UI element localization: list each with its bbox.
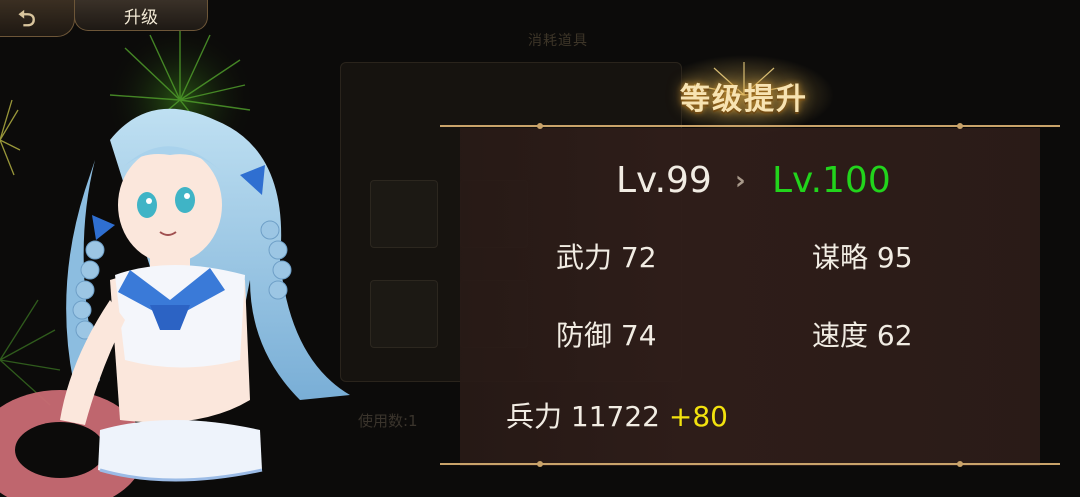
page-title-tab: 升级 [74, 0, 208, 31]
stat-label: 速度 [812, 319, 869, 352]
item-slot [370, 180, 438, 248]
item-section-title: 消耗道具 [528, 33, 588, 49]
stat-value: 72 [620, 241, 657, 274]
back-arrow-icon: ⮌ [18, 7, 36, 32]
level-arrow-icon: › [735, 166, 746, 196]
stat-label: 兵力 [506, 400, 563, 433]
stat-label: 谋略 [812, 241, 869, 274]
page-title: 升级 [124, 8, 158, 28]
stat-value: 11722 [570, 400, 660, 433]
panel-border-bottom [440, 461, 1060, 467]
stat-value: 74 [620, 319, 657, 352]
firework-yellow [0, 99, 21, 176]
stat-defense: 防御 74 [556, 314, 657, 354]
level-to: Lv.100 [772, 160, 891, 201]
use-count-label: 使用数:1 [358, 412, 418, 430]
level-from: Lv.99 [616, 160, 712, 201]
character-portrait [0, 108, 350, 497]
stat-bonus: +80 [668, 400, 728, 433]
stat-troops: 兵力 11722 +80 [506, 395, 728, 435]
stat-strategy: 谋略 95 [812, 236, 913, 276]
back-button[interactable]: ⮌ [0, 0, 75, 37]
stat-value: 95 [876, 241, 913, 274]
levelup-banner-title: 等级提升 [680, 82, 808, 117]
stat-value: 62 [876, 319, 913, 352]
stat-force: 武力 72 [556, 236, 657, 276]
firework-bottom-left [0, 299, 61, 406]
item-slot [370, 280, 438, 348]
stat-speed: 速度 62 [812, 314, 913, 354]
stat-label: 防御 [556, 319, 613, 352]
stat-label: 武力 [556, 241, 613, 274]
